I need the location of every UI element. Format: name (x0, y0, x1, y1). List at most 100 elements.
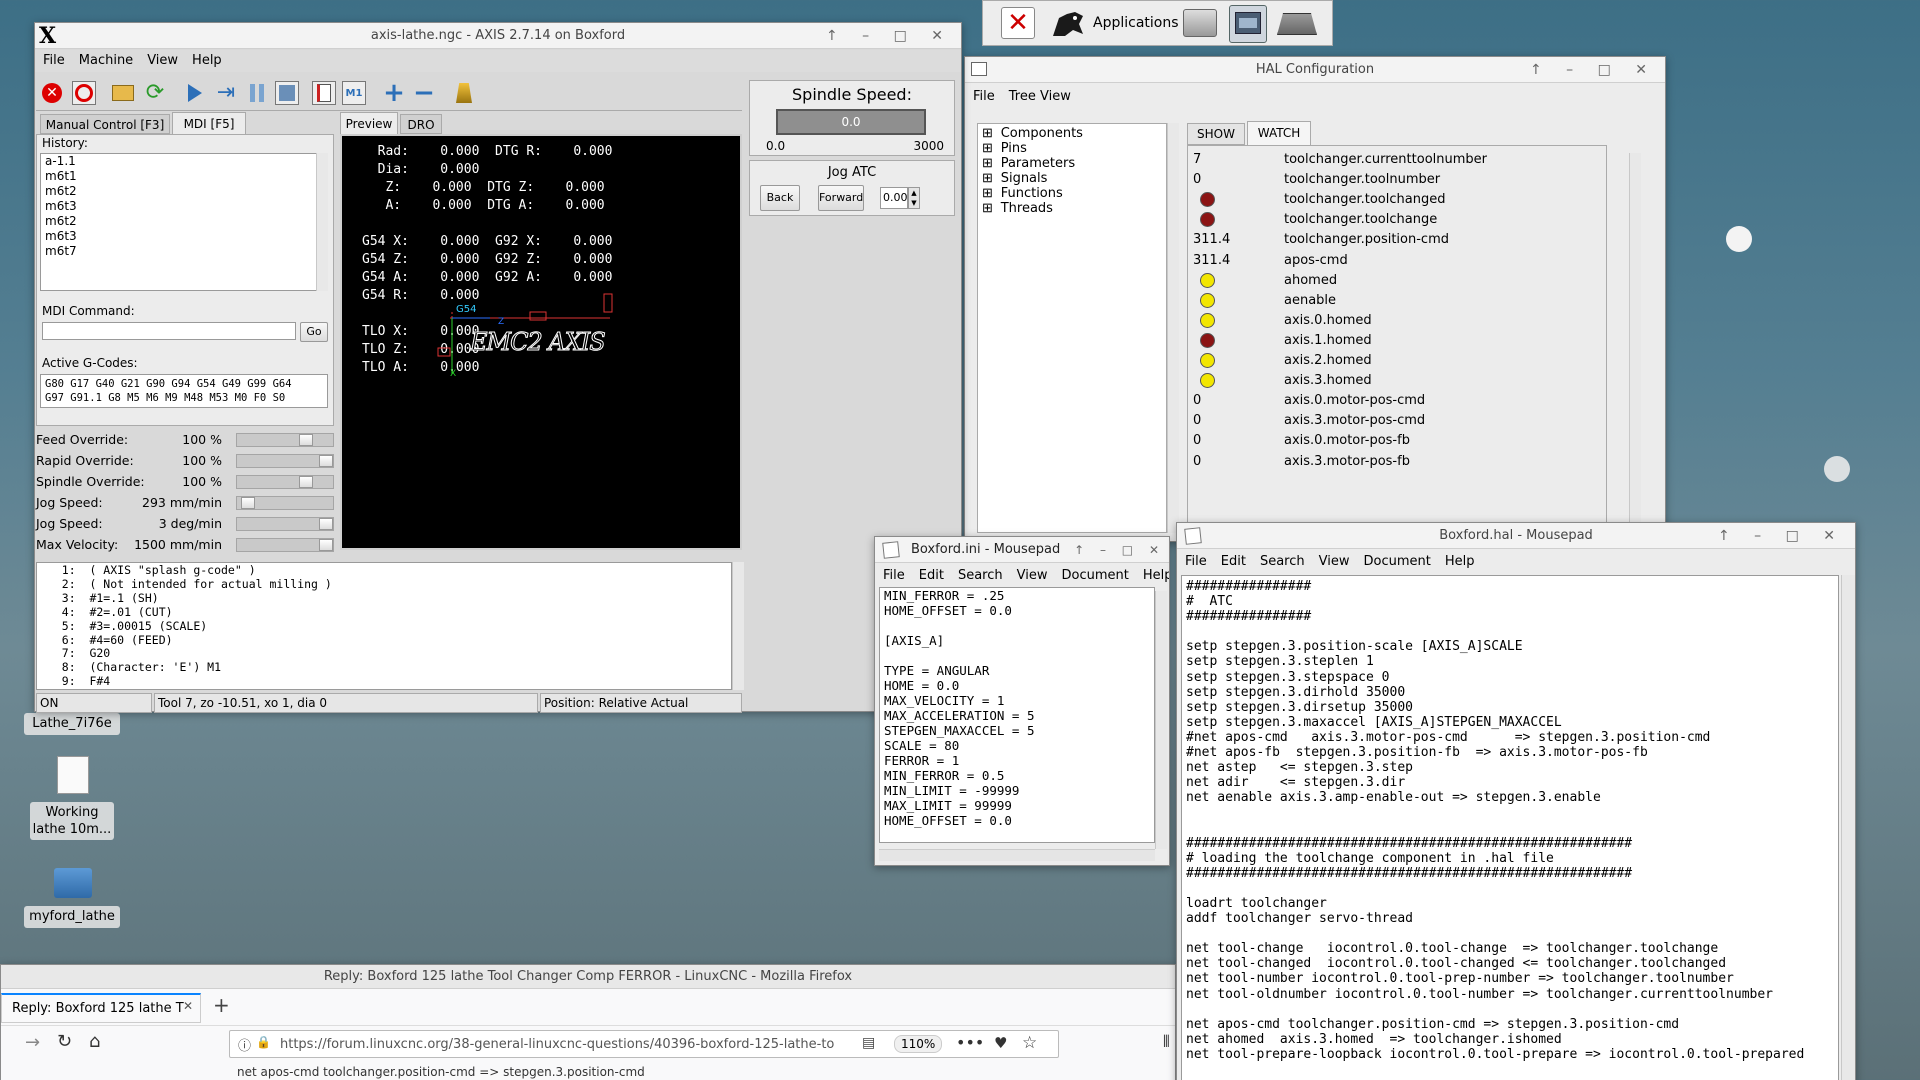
go-button[interactable]: Go (300, 322, 328, 342)
watch-row[interactable]: toolchanger.toolchanged (1192, 190, 1632, 210)
tree-signals[interactable]: ⊞ Signals (982, 171, 1047, 186)
slider-thumb[interactable] (299, 476, 313, 488)
desktop-icon-myford[interactable]: myford_lathe (24, 862, 120, 932)
zoom-level[interactable]: 110% (894, 1035, 943, 1053)
tree-pins[interactable]: ⊞ Pins (982, 141, 1027, 156)
gcode-listing[interactable]: 1: ( AXIS "splash g-code" ) 2: ( Not int… (36, 562, 732, 690)
ini-text[interactable]: MIN_FERROR = .25 HOME_OFFSET = 0.0 [AXIS… (879, 587, 1155, 843)
gcode-scrollbar[interactable] (732, 562, 744, 690)
watch-row[interactable]: 0 toolchanger.toolnumber (1192, 170, 1632, 190)
watch-row[interactable]: 311.4 apos-cmd (1192, 251, 1632, 271)
slider-thumb[interactable] (299, 434, 313, 446)
hal-text[interactable]: ################ # ATC ################ … (1181, 575, 1839, 1080)
screenshot-tool-icon[interactable] (1229, 5, 1267, 43)
history-list[interactable]: a-1.1 m6t1 m6t2 m6t3 m6t2 m6t3 m6t7 (40, 153, 318, 291)
override-slider[interactable] (236, 433, 334, 447)
history-scrollbar[interactable] (316, 153, 328, 291)
zoom-in-button[interactable]: + (382, 80, 406, 106)
reader-view-icon[interactable]: ▤ (862, 1035, 875, 1051)
override-slider[interactable] (236, 475, 334, 489)
tree-components[interactable]: ⊞ Components (982, 126, 1083, 141)
watch-row[interactable]: ahomed (1192, 271, 1632, 291)
menu-document[interactable]: Document (1363, 554, 1430, 569)
page-actions-icon[interactable]: ••• (956, 1033, 984, 1052)
firefox-tab[interactable]: Reply: Boxford 125 lathe T (1, 993, 201, 1023)
watch-row[interactable]: 311.4 toolchanger.position-cmd (1192, 230, 1632, 250)
hal-text-scrollbar[interactable] (1841, 575, 1855, 1080)
open-file-button[interactable] (111, 81, 135, 105)
menu-view[interactable]: View (147, 53, 178, 68)
tab-preview[interactable]: Preview (340, 112, 398, 134)
menu-file[interactable]: File (883, 568, 905, 583)
tree-parameters[interactable]: ⊞ Parameters (982, 156, 1075, 171)
bookmark-star-icon[interactable]: ☆ (1022, 1033, 1037, 1053)
watch-row[interactable]: 0 axis.0.motor-pos-fb (1192, 431, 1632, 451)
menu-search[interactable]: Search (958, 568, 1003, 583)
menu-file[interactable]: File (1185, 554, 1207, 569)
ini-scrollbar[interactable] (1155, 591, 1167, 849)
tree-functions[interactable]: ⊞ Functions (982, 186, 1063, 201)
window-controls[interactable]: ↑ – □ ✕ (1718, 523, 1845, 549)
menu-file[interactable]: File (973, 89, 995, 104)
tab-watch[interactable]: WATCH (1247, 121, 1311, 145)
estop-button[interactable]: ✕ (40, 81, 64, 105)
menu-search[interactable]: Search (1260, 554, 1305, 569)
menu-help[interactable]: Help (1143, 568, 1169, 583)
menu-help[interactable]: Help (1445, 554, 1475, 569)
ini-hscrollbar[interactable] (879, 849, 1155, 861)
watch-row[interactable]: axis.2.homed (1192, 351, 1632, 371)
window-controls[interactable]: ↑ – □ ✕ (826, 23, 953, 49)
watch-row[interactable]: 0 axis.3.motor-pos-cmd (1192, 411, 1632, 431)
power-button[interactable] (72, 81, 96, 105)
watch-row[interactable]: axis.1.homed (1192, 331, 1632, 351)
tree-threads[interactable]: ⊞ Threads (982, 201, 1053, 216)
override-slider[interactable] (236, 517, 334, 531)
tab-close-icon[interactable]: ✕ (183, 999, 193, 1013)
watch-row[interactable]: aenable (1192, 291, 1632, 311)
menu-edit[interactable]: Edit (919, 568, 944, 583)
zoom-out-button[interactable]: − (412, 80, 436, 106)
desktop-icon-lathe[interactable]: Lathe_7i76e (24, 713, 120, 735)
slider-thumb[interactable] (319, 518, 333, 530)
tab-dro[interactable]: DRO (400, 114, 442, 134)
home-icon[interactable]: ⌂ (89, 1031, 100, 1052)
slider-thumb[interactable] (319, 455, 333, 467)
menu-file[interactable]: File (43, 53, 65, 68)
menu-view[interactable]: View (1017, 568, 1048, 583)
library-icon[interactable]: ⫴ (1163, 1032, 1170, 1052)
menu-help[interactable]: Help (192, 53, 222, 68)
clear-plot-button[interactable] (452, 81, 476, 105)
close-window-button[interactable]: ✕ (1001, 7, 1035, 39)
optional-stop-button[interactable]: M1 (342, 81, 366, 105)
desktop-icon-working[interactable]: Working lathe 10m... (24, 756, 120, 842)
override-slider[interactable] (236, 454, 334, 468)
window-controls[interactable]: ↑ – □ ✕ (1074, 537, 1165, 563)
info-icon[interactable]: ⓘ (238, 1035, 251, 1054)
tree-scrollbar[interactable] (1167, 123, 1179, 533)
slider-thumb[interactable] (241, 497, 255, 509)
url-bar[interactable]: ⓘ 🔒 https://forum.linuxcnc.org/38-genera… (229, 1030, 1059, 1058)
tab-mdi[interactable]: MDI [F5] (172, 112, 246, 134)
override-slider[interactable] (236, 538, 334, 552)
stop-button[interactable] (275, 81, 299, 105)
run-button[interactable] (183, 81, 207, 105)
block-delete-button[interactable] (312, 81, 336, 105)
drive-icon[interactable] (1183, 9, 1217, 37)
slider-thumb[interactable] (319, 539, 333, 551)
forward-arrow-icon[interactable]: → (25, 1032, 40, 1053)
tab-show[interactable]: SHOW (1187, 123, 1245, 145)
new-tab-button[interactable]: + (213, 993, 230, 1017)
pause-button[interactable] (245, 81, 269, 105)
menu-view[interactable]: View (1319, 554, 1350, 569)
watch-row[interactable]: 0 axis.3.motor-pos-fb (1192, 452, 1632, 472)
watch-row[interactable]: 0 axis.0.motor-pos-cmd (1192, 391, 1632, 411)
watch-row[interactable]: axis.3.homed (1192, 371, 1632, 391)
pocket-icon[interactable]: ♥ (994, 1034, 1007, 1052)
mdi-command-input[interactable] (42, 322, 296, 340)
jog-atc-spinbox[interactable]: 0.00 (880, 187, 908, 209)
watch-row[interactable]: axis.0.homed (1192, 311, 1632, 331)
back-button[interactable]: Back (760, 185, 800, 211)
menu-machine[interactable]: Machine (79, 53, 133, 68)
menu-tree-view[interactable]: Tree View (1009, 89, 1071, 104)
tab-manual-control[interactable]: Manual Control [F3] (40, 114, 170, 134)
